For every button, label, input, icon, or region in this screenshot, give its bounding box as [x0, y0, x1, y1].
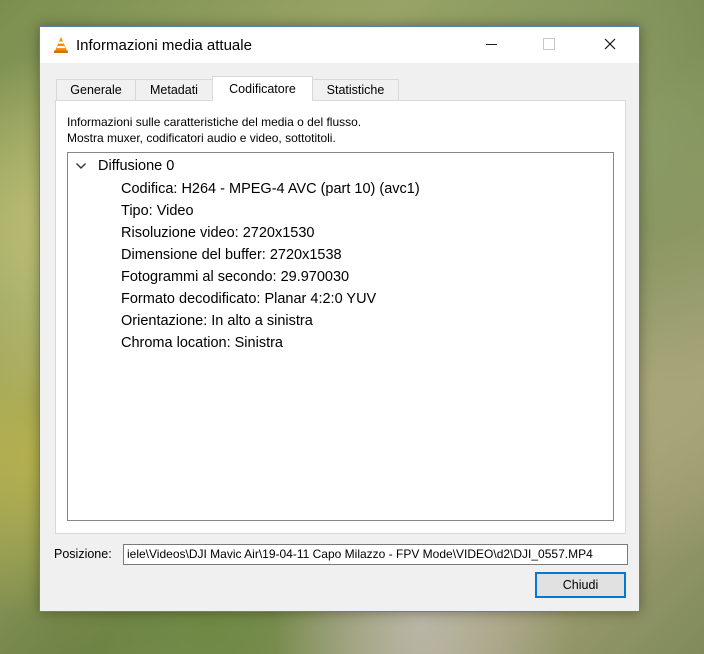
minimize-button[interactable] — [468, 27, 514, 61]
tab-metadati[interactable]: Metadati — [135, 79, 213, 100]
panel-description: Informazioni sulle caratteristiche del m… — [67, 114, 361, 146]
close-window-button[interactable] — [587, 27, 633, 61]
tree-item-framerate[interactable]: Fotogrammi al secondo: 29.970030 — [121, 266, 420, 288]
tab-codificatore[interactable]: Codificatore — [212, 76, 313, 101]
maximize-icon — [543, 38, 555, 50]
tree-children: Codifica: H264 - MPEG-4 AVC (part 10) (a… — [121, 178, 420, 354]
close-icon — [604, 38, 616, 50]
tab-generale[interactable]: Generale — [56, 79, 136, 100]
minimize-icon — [485, 43, 497, 45]
description-line-1: Informazioni sulle caratteristiche del m… — [67, 115, 362, 129]
tree-root-label: Diffusione 0 — [98, 158, 175, 174]
codec-tree[interactable]: Diffusione 0 Codifica: H264 - MPEG-4 AVC… — [67, 152, 614, 521]
tree-item-type[interactable]: Tipo: Video — [121, 200, 420, 222]
tree-item-resolution[interactable]: Risoluzione video: 2720x1530 — [121, 222, 420, 244]
tab-statistiche[interactable]: Statistiche — [312, 79, 399, 100]
close-button[interactable]: Chiudi — [535, 572, 626, 598]
vlc-cone-icon — [54, 37, 68, 53]
position-label: Posizione: — [54, 547, 112, 561]
window-title: Informazioni media attuale — [76, 37, 252, 54]
position-value: iele\Videos\DJI Mavic Air\19-04-11 Capo … — [127, 547, 593, 561]
description-line-2: Mostra muxer, codificatori audio e video… — [67, 131, 336, 145]
title-bar[interactable]: Informazioni media attuale — [40, 27, 639, 63]
tree-item-buffer[interactable]: Dimensione del buffer: 2720x1538 — [121, 244, 420, 266]
chevron-down-icon[interactable] — [74, 159, 88, 173]
media-info-window: Informazioni media attuale Generale Meta… — [39, 26, 640, 612]
tree-item-decoded-format[interactable]: Formato decodificato: Planar 4:2:0 YUV — [121, 288, 420, 310]
position-field[interactable]: iele\Videos\DJI Mavic Air\19-04-11 Capo … — [123, 544, 628, 565]
codec-panel: Informazioni sulle caratteristiche del m… — [55, 100, 626, 534]
tree-root-stream[interactable]: Diffusione 0 — [74, 156, 174, 176]
maximize-button[interactable] — [526, 27, 572, 61]
tree-item-chroma[interactable]: Chroma location: Sinistra — [121, 332, 420, 354]
tree-item-orientation[interactable]: Orientazione: In alto a sinistra — [121, 310, 420, 332]
tree-item-codec[interactable]: Codifica: H264 - MPEG-4 AVC (part 10) (a… — [121, 178, 420, 200]
